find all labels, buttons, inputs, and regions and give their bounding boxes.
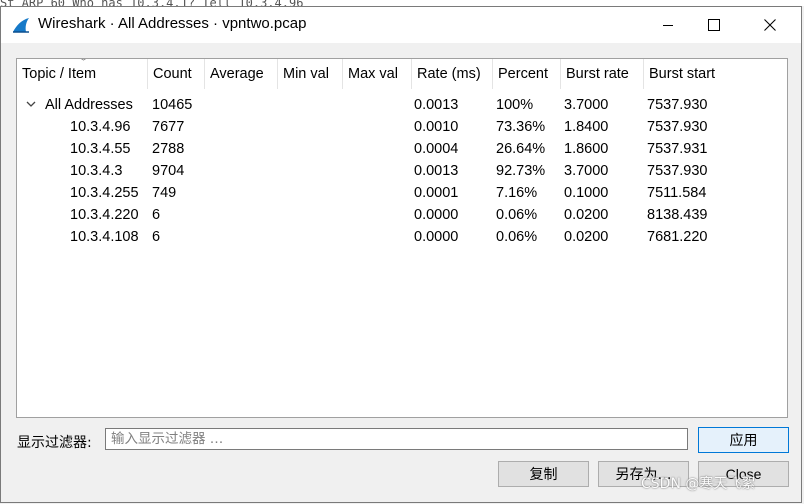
- column-header-max-val[interactable]: Max val: [343, 59, 412, 89]
- minimize-icon: [663, 25, 673, 26]
- cell-count: 7677: [152, 119, 185, 135]
- cell-burst-start: 8138.439: [647, 207, 708, 223]
- column-header-rate[interactable]: Rate (ms): [412, 59, 493, 89]
- column-header-label: Topic / Item: [22, 66, 97, 82]
- column-header-label: Percent: [498, 66, 548, 82]
- table-row[interactable]: 10.3.4.96 7677 0.0010 73.36% 1.8400 7537…: [17, 116, 787, 138]
- column-header-average[interactable]: Average: [205, 59, 278, 89]
- column-header-topic[interactable]: ﹀ Topic / Item: [17, 59, 148, 89]
- cell-topic: 10.3.4.3: [70, 163, 123, 179]
- cell-topic: 10.3.4.220: [70, 207, 139, 223]
- cell-burst-start: 7537.930: [647, 163, 708, 179]
- close-icon: [764, 19, 776, 31]
- title-bar[interactable]: Wireshark · All Addresses · vpntwo.pcap: [1, 7, 801, 43]
- column-header-label: Rate (ms): [417, 66, 481, 82]
- maximize-button[interactable]: [691, 7, 737, 43]
- table-header: ﹀ Topic / Item Count Average Min val Max…: [17, 59, 787, 89]
- column-header-min-val[interactable]: Min val: [278, 59, 343, 89]
- chevron-down-icon[interactable]: [25, 98, 37, 110]
- cell-rate: 0.0001: [414, 185, 459, 201]
- maximize-icon: [708, 19, 720, 31]
- cell-rate: 0.0004: [414, 141, 459, 157]
- column-header-label: Count: [153, 66, 192, 82]
- cell-burst-rate: 0.1000: [564, 185, 609, 201]
- cell-burst-rate: 3.7000: [564, 163, 609, 179]
- copy-button[interactable]: 复制: [498, 461, 589, 487]
- cell-topic: 10.3.4.96: [70, 119, 131, 135]
- cell-count: 10465: [152, 97, 193, 113]
- cell-count: 6: [152, 207, 161, 223]
- csdn-watermark: CSDN @寒天飞絮: [641, 476, 756, 492]
- cell-percent: 100%: [496, 97, 534, 113]
- cell-count: 9704: [152, 163, 185, 179]
- cell-percent: 26.64%: [496, 141, 546, 157]
- column-header-label: Average: [210, 66, 264, 82]
- cell-percent: 92.73%: [496, 163, 546, 179]
- sort-indicator-icon: ﹀: [79, 58, 89, 67]
- cell-burst-start: 7537.931: [647, 141, 708, 157]
- table-row-all-addresses[interactable]: All Addresses 10465 0.0013 100% 3.7000 7…: [17, 94, 787, 116]
- column-header-label: Burst start: [649, 66, 716, 82]
- cell-rate: 0.0010: [414, 119, 459, 135]
- cell-count: 2788: [152, 141, 185, 157]
- cell-percent: 0.06%: [496, 229, 538, 245]
- column-header-percent[interactable]: Percent: [493, 59, 561, 89]
- table-row[interactable]: 10.3.4.220 6 0.0000 0.06% 0.0200 8138.43…: [17, 204, 787, 226]
- table-row[interactable]: 10.3.4.255 749 0.0001 7.16% 0.1000 7511.…: [17, 182, 787, 204]
- display-filter-placeholder: 输入显示过滤器 …: [111, 431, 224, 447]
- cell-topic: All Addresses: [45, 97, 133, 113]
- table-row[interactable]: 10.3.4.3 9704 0.0013 92.73% 3.7000 7537.…: [17, 160, 787, 182]
- wireshark-fin-icon: [13, 18, 29, 33]
- cell-burst-rate: 1.8400: [564, 119, 609, 135]
- cell-topic: 10.3.4.108: [70, 229, 139, 245]
- column-header-burst-start[interactable]: Burst start: [644, 59, 787, 89]
- apply-button[interactable]: 应用: [698, 427, 789, 453]
- cell-topic: 10.3.4.55: [70, 141, 131, 157]
- cell-burst-start: 7511.584: [647, 185, 707, 201]
- cell-rate: 0.0000: [414, 207, 459, 223]
- stats-tree-table[interactable]: ﹀ Topic / Item Count Average Min val Max…: [16, 58, 788, 418]
- cell-rate: 0.0013: [414, 163, 459, 179]
- cell-burst-start: 7537.930: [647, 119, 708, 135]
- cell-burst-start: 7537.930: [647, 97, 708, 113]
- cell-rate: 0.0013: [414, 97, 459, 113]
- column-header-label: Min val: [283, 66, 329, 82]
- display-filter-label: 显示过滤器:: [17, 435, 92, 451]
- cell-burst-rate: 3.7000: [564, 97, 609, 113]
- column-header-burst-rate[interactable]: Burst rate: [561, 59, 644, 89]
- cell-topic: 10.3.4.255: [70, 185, 139, 201]
- cell-percent: 0.06%: [496, 207, 538, 223]
- cell-rate: 0.0000: [414, 229, 459, 245]
- cell-percent: 7.16%: [496, 185, 538, 201]
- table-row[interactable]: 10.3.4.55 2788 0.0004 26.64% 1.8600 7537…: [17, 138, 787, 160]
- column-header-count[interactable]: Count: [148, 59, 205, 89]
- cell-percent: 73.36%: [496, 119, 546, 135]
- cell-burst-rate: 1.8600: [564, 141, 609, 157]
- column-header-label: Max val: [348, 66, 398, 82]
- cell-burst-rate: 0.0200: [564, 229, 609, 245]
- statistics-dialog: Wireshark · All Addresses · vpntwo.pcap …: [0, 6, 802, 503]
- display-filter-input[interactable]: 输入显示过滤器 …: [105, 428, 688, 450]
- minimize-button[interactable]: [645, 7, 691, 43]
- cell-count: 6: [152, 229, 161, 245]
- cell-burst-start: 7681.220: [647, 229, 708, 245]
- table-row[interactable]: 10.3.4.108 6 0.0000 0.06% 0.0200 7681.22…: [17, 226, 787, 248]
- cell-burst-rate: 0.0200: [564, 207, 609, 223]
- window-title: Wireshark · All Addresses · vpntwo.pcap: [38, 15, 307, 32]
- column-header-label: Burst rate: [566, 66, 629, 82]
- close-window-button[interactable]: [747, 7, 793, 43]
- cell-count: 749: [152, 185, 177, 201]
